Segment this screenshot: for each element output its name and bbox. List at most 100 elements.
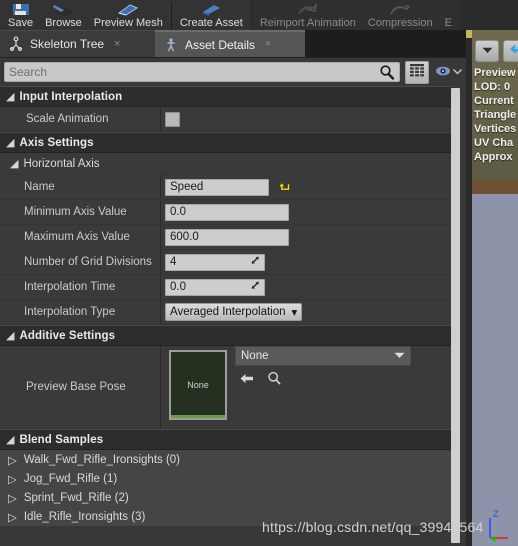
- expander-icon[interactable]: ▷: [8, 510, 17, 524]
- toolbar-compression-button[interactable]: Compression: [362, 0, 439, 30]
- blend-sample-row[interactable]: ▷ Sprint_Fwd_Rifle (2): [0, 488, 455, 507]
- save-icon: [11, 2, 31, 17]
- viewport-stat-preview: Preview: [474, 67, 516, 79]
- category-expander-icon: ◢: [6, 330, 15, 342]
- tab-bar-filler: [305, 30, 465, 57]
- reset-arrow-icon[interactable]: [279, 181, 291, 193]
- interpolation-type-dropdown[interactable]: Averaged Interpolation ▾: [165, 303, 303, 321]
- tab-skeleton-tree-label: Skeleton Tree: [30, 37, 105, 51]
- skeleton-tree-icon: [8, 36, 24, 52]
- category-axis-settings[interactable]: ◢ Axis Settings: [0, 132, 455, 153]
- property-row-preview-base-pose: Preview Base Pose None None: [0, 346, 455, 429]
- details-scroll-view[interactable]: ◢ Input Interpolation Scale Animation ◢ …: [0, 86, 466, 546]
- viewport-options-button[interactable]: [475, 40, 499, 62]
- toolbar-export-label: E: [444, 17, 452, 29]
- chevron-down-icon: ▾: [291, 307, 298, 319]
- property-value-scale-animation: [160, 107, 455, 131]
- details-content: ◢ Input Interpolation Scale Animation ◢ …: [0, 86, 455, 526]
- toolbar-reimport-animation-button[interactable]: Reimport Animation: [254, 0, 362, 30]
- panel-tab-bar: Skeleton Tree × Asset Details ×: [0, 30, 518, 57]
- toolbar-save-button[interactable]: Save: [2, 0, 39, 30]
- viewport-stat-approx-size: Approx: [474, 151, 513, 163]
- details-search-row: Search: [0, 58, 466, 86]
- property-row-minimum-axis-value: Minimum Axis Value 0.0: [0, 200, 455, 225]
- compression-icon: [387, 2, 413, 17]
- property-label-preview-base-pose: Preview Base Pose: [26, 381, 126, 393]
- category-additive-settings[interactable]: ◢ Additive Settings: [0, 325, 455, 346]
- toolbar-export-button[interactable]: E: [439, 0, 458, 30]
- property-value-interpolation-time: 0.0: [160, 275, 455, 299]
- tab-skeleton-tree-close-icon[interactable]: ×: [114, 38, 120, 50]
- toolbar-create-asset-button[interactable]: Create Asset: [174, 0, 249, 30]
- blend-sample-label: Idle_Rifle_Ironsights (3): [23, 510, 146, 523]
- interpolation-time-stepper[interactable]: 0.0: [165, 278, 265, 296]
- property-row-scale-animation: Scale Animation: [0, 107, 455, 132]
- asset-details-panel: Search ◢ Input Interpolation Scale Anima…: [0, 57, 466, 546]
- visibility-options-button[interactable]: [435, 65, 462, 80]
- search-placeholder: Search: [9, 65, 48, 79]
- interpolation-type-value: Averaged Interpolation: [170, 306, 286, 318]
- browse-icon: [52, 2, 74, 17]
- thumbnail-label: None: [187, 380, 209, 390]
- category-expander-icon: ◢: [6, 137, 15, 149]
- toolbar-compression-label: Compression: [367, 17, 433, 29]
- viewport-axis-gizmo: Z Y: [484, 508, 512, 544]
- subcategory-horizontal-axis[interactable]: ◢ Horizontal Axis: [0, 153, 455, 175]
- preview-base-pose-thumbnail[interactable]: None: [169, 350, 227, 420]
- property-value-maximum-axis-value: 600.0: [160, 225, 455, 249]
- preview-base-pose-value: None: [241, 350, 269, 362]
- toolbar-preview-mesh-button[interactable]: Preview Mesh: [88, 0, 169, 30]
- details-scrollbar[interactable]: [451, 88, 460, 543]
- create-asset-icon: [199, 2, 223, 17]
- toolbar-browse-label: Browse: [45, 17, 82, 29]
- lightbulb-icon: [508, 43, 518, 60]
- grid-view-button[interactable]: [405, 60, 429, 84]
- viewport-stat-vertices: Vertices: [474, 123, 517, 135]
- preview-base-pose-picker: None: [235, 346, 411, 388]
- category-blend-samples[interactable]: ◢ Blend Samples: [0, 429, 455, 450]
- asset-details-icon: [163, 37, 179, 53]
- tab-asset-details[interactable]: Asset Details ×: [155, 30, 305, 57]
- property-row-name: Name Speed: [0, 175, 455, 200]
- category-input-interpolation[interactable]: ◢ Input Interpolation: [0, 86, 455, 107]
- search-input[interactable]: Search: [4, 62, 400, 82]
- svg-text:Z: Z: [493, 509, 499, 519]
- property-value-preview-base-pose: None None: [160, 346, 455, 428]
- expander-icon[interactable]: ▷: [8, 491, 17, 505]
- axis-name-input[interactable]: Speed: [165, 178, 269, 196]
- viewport-lighting-button[interactable]: [503, 40, 518, 62]
- blend-sample-row[interactable]: ▷ Jog_Fwd_Rifle (1): [0, 469, 455, 488]
- toolbar-create-asset-label: Create Asset: [179, 17, 243, 29]
- preview-viewport[interactable]: Preview LOD: 0 Current Triangle Vertices…: [466, 30, 518, 546]
- toolbar-preview-mesh-label: Preview Mesh: [93, 17, 163, 29]
- main-toolbar: Save Browse Preview Mesh Create Asset Re…: [0, 0, 518, 31]
- details-scrollbar-thumb[interactable]: [451, 88, 460, 543]
- use-selected-arrow-icon[interactable]: [239, 372, 255, 388]
- tab-skeleton-tree[interactable]: Skeleton Tree ×: [0, 30, 155, 57]
- viewport-toolbar: [475, 40, 518, 62]
- scale-animation-checkbox[interactable]: [165, 111, 180, 127]
- browse-asset-icon[interactable]: [267, 371, 282, 388]
- toolbar-browse-button[interactable]: Browse: [39, 0, 88, 30]
- minimum-axis-value-input[interactable]: 0.0: [165, 203, 289, 221]
- viewport-stat-lod: LOD: 0: [474, 81, 511, 93]
- toolbar-group-asset: Save Browse Preview Mesh Create Asset: [0, 0, 252, 30]
- tab-asset-details-close-icon[interactable]: ×: [265, 39, 271, 50]
- grid-divisions-stepper[interactable]: 4: [165, 253, 265, 271]
- property-label-grid-divisions: Number of Grid Divisions: [24, 256, 152, 268]
- chevron-down-icon: [453, 66, 462, 78]
- category-expander-icon: ◢: [6, 91, 15, 103]
- preview-base-pose-dropdown[interactable]: None: [235, 346, 411, 366]
- blend-sample-row[interactable]: ▷ Walk_Fwd_Rifle_Ironsights (0): [0, 450, 455, 469]
- category-expander-icon: ◢: [6, 434, 15, 446]
- property-value-name: Speed: [160, 175, 455, 199]
- expander-icon[interactable]: ▷: [8, 453, 17, 467]
- spinner-arrows-icon: [250, 280, 261, 294]
- viewport-background-floor: [472, 180, 518, 194]
- viewport-background-body: [472, 194, 518, 546]
- maximum-axis-value-input[interactable]: 600.0: [165, 228, 289, 246]
- category-additive-settings-label: Additive Settings: [19, 329, 116, 342]
- grid-view-icon: [410, 64, 424, 80]
- property-label-interpolation-type: Interpolation Type: [24, 306, 116, 318]
- expander-icon[interactable]: ▷: [8, 472, 17, 486]
